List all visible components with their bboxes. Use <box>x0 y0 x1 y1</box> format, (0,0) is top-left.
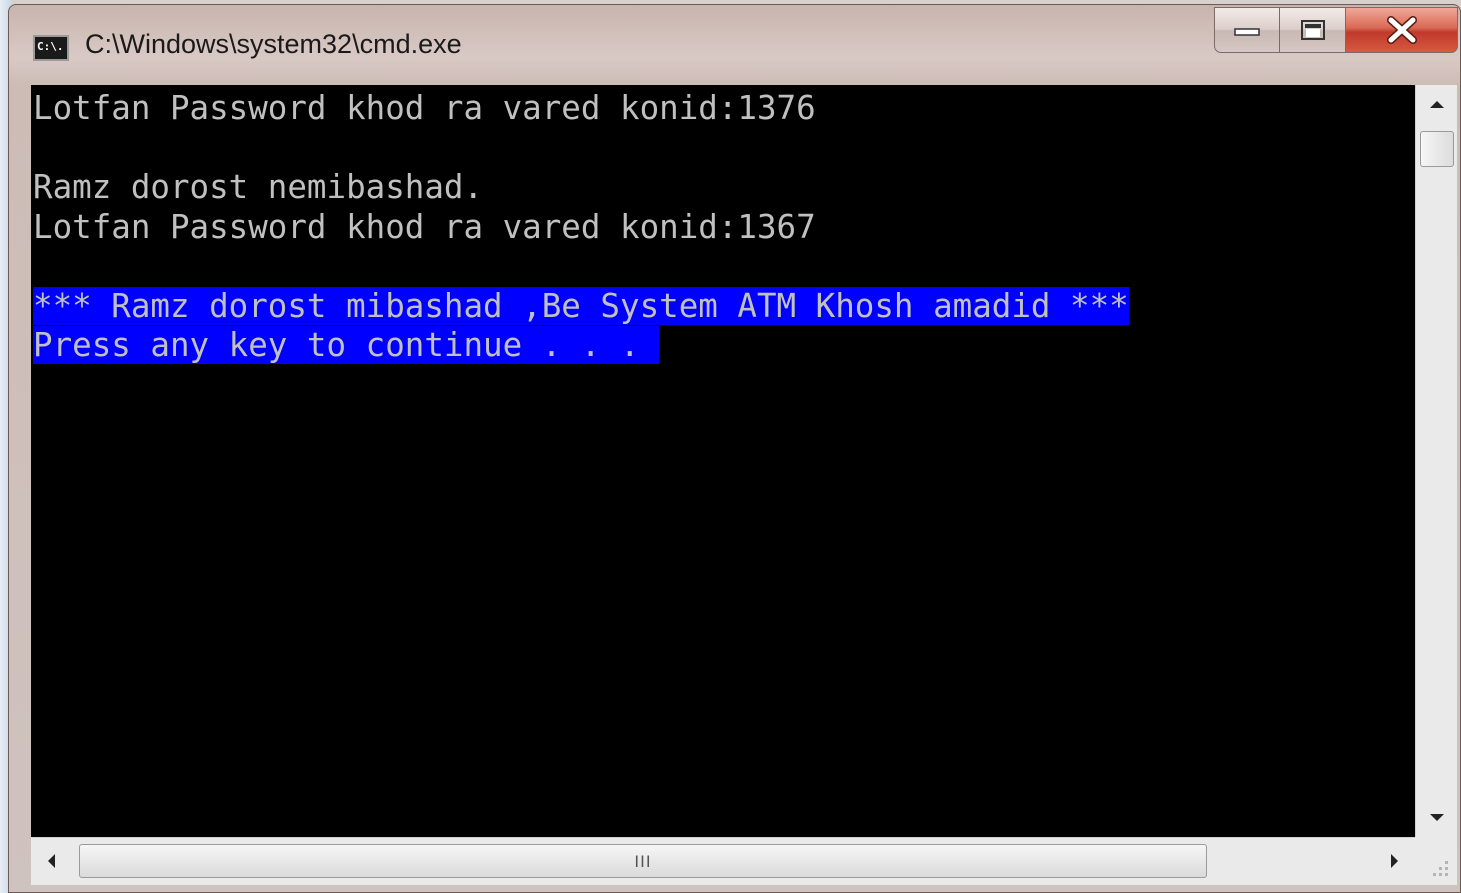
maximize-button[interactable] <box>1280 7 1346 53</box>
horizontal-scroll-thumb[interactable]: III <box>79 844 1207 878</box>
maximize-icon <box>1300 20 1325 40</box>
console-line-selected: *** Ramz dorost mibashad ,Be System ATM … <box>33 286 1129 325</box>
close-button[interactable] <box>1346 7 1458 53</box>
minimize-icon <box>1234 28 1260 36</box>
console-line-selected: Press any key to continue . . . <box>33 326 660 364</box>
caption-buttons <box>1214 7 1458 55</box>
chevron-down-icon <box>1429 814 1444 821</box>
resize-grip[interactable] <box>1415 837 1457 885</box>
scroll-left-button[interactable] <box>31 838 71 884</box>
chevron-up-icon <box>1429 101 1444 108</box>
resize-grip-icon <box>1433 861 1448 876</box>
scroll-right-button[interactable] <box>1375 838 1415 884</box>
cmd-window: C:\. C:\Windows\system32\cmd.exe Lotfan … <box>8 4 1461 893</box>
window-title: C:\Windows\system32\cmd.exe <box>85 29 462 59</box>
vertical-scroll-thumb[interactable] <box>1420 131 1454 167</box>
console-line: Ramz dorost nemibashad. <box>33 168 484 206</box>
console-line: Lotfan Password khod ra vared konid:1367 <box>33 207 816 246</box>
console-line: Lotfan Password khod ra vared konid:1376 <box>33 89 816 127</box>
title-bar[interactable]: C:\. C:\Windows\system32\cmd.exe <box>9 5 1460 83</box>
console-output[interactable]: Lotfan Password khod ra vared konid:1376… <box>31 85 1415 837</box>
vertical-scrollbar[interactable] <box>1415 85 1457 837</box>
minimize-button[interactable] <box>1214 7 1280 53</box>
console-client-area: Lotfan Password khod ra vared konid:1376… <box>31 85 1457 885</box>
cmd-console-icon[interactable]: C:\. <box>33 35 69 61</box>
chevron-right-icon <box>1391 854 1398 868</box>
scroll-down-button[interactable] <box>1416 799 1457 837</box>
close-icon <box>1386 16 1417 44</box>
chevron-left-icon <box>48 854 55 868</box>
grip-icon: III <box>634 851 652 871</box>
horizontal-scrollbar[interactable]: III <box>31 837 1415 885</box>
scroll-up-button[interactable] <box>1416 85 1457 123</box>
